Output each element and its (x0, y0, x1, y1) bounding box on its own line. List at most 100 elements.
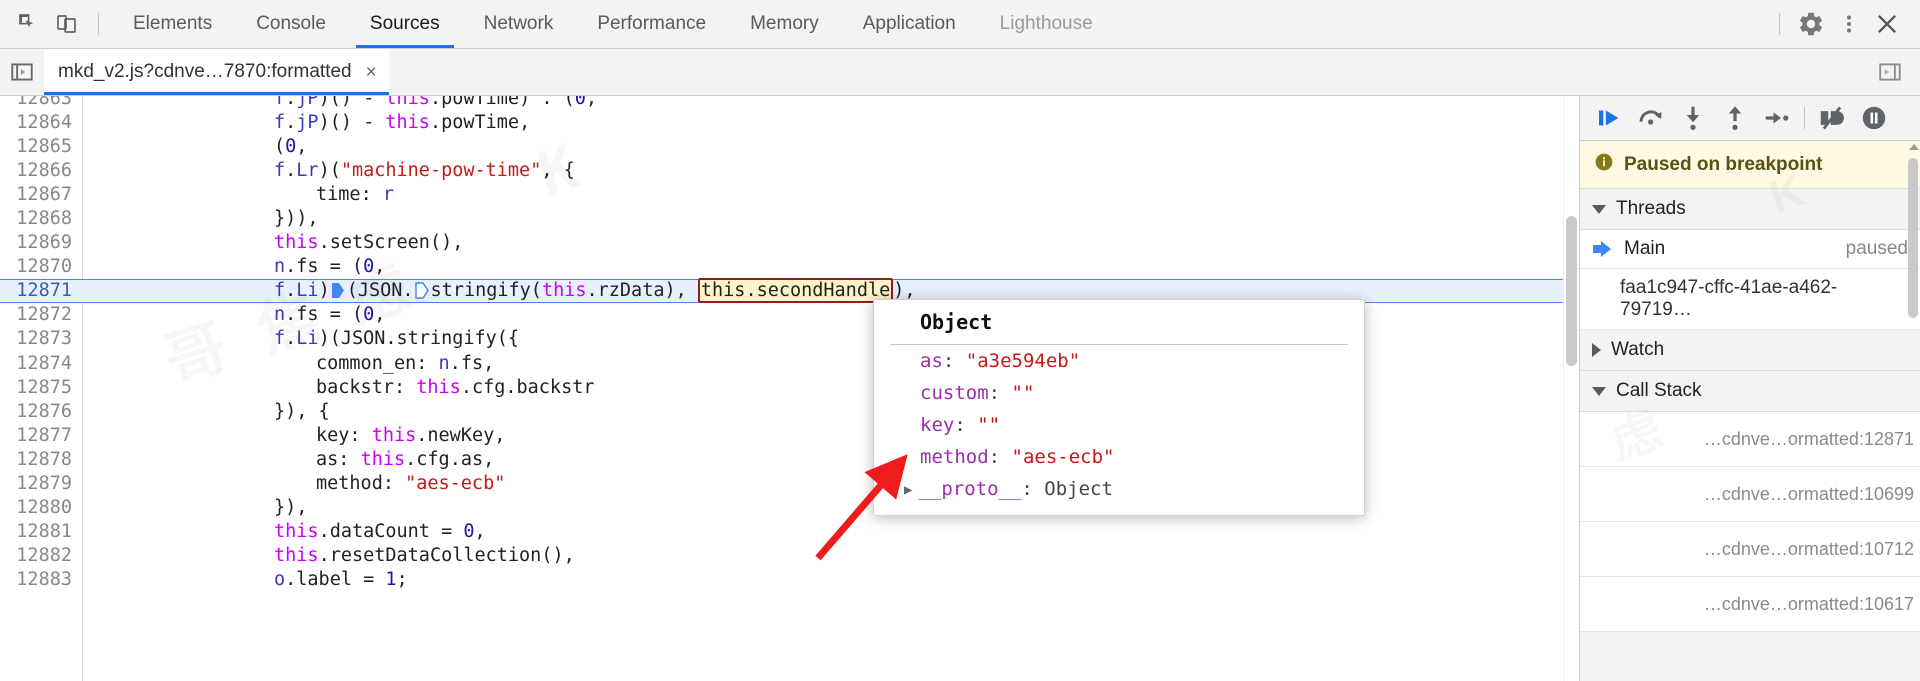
popup-property-proto[interactable]: ▶ __proto__: Object (874, 473, 1364, 505)
code-line[interactable]: 12881 this.dataCount = 0, (0, 520, 1579, 544)
debugger-vertical-scrollbar[interactable] (1906, 140, 1920, 681)
line-number: 12867 (16, 183, 72, 205)
line-number: 12883 (16, 569, 72, 591)
file-tab-label: mkd_v2.js?cdnve…7870:formatted (58, 61, 352, 82)
code-line[interactable]: 12883 o.label = 1; (0, 568, 1579, 592)
line-number: 12869 (16, 232, 72, 254)
popup-property-as[interactable]: as: "a3e594eb" (874, 345, 1364, 377)
step-into-icon[interactable] (1672, 98, 1714, 138)
thread-row-worker[interactable]: faa1c947-cffc-41ae-a462-79719… (1580, 269, 1920, 330)
debugger-scroll-thumb[interactable] (1908, 158, 1918, 318)
code-line[interactable]: 12869 this.setScreen(), (0, 231, 1579, 255)
devtools-window: Elements Console Sources Network Perform… (0, 0, 1920, 681)
line-number: 12879 (16, 473, 72, 495)
code-line[interactable]: 12867 time: r (0, 182, 1579, 206)
step-marker-icon (414, 281, 430, 300)
section-header-watch[interactable]: Watch (1580, 330, 1920, 371)
thread-status: paused (1845, 238, 1908, 259)
show-navigator-icon[interactable] (0, 59, 44, 85)
object-preview-popup[interactable]: Object as: "a3e594eb" custom: "" key: ""… (873, 299, 1365, 516)
code-line[interactable]: 12866 f.Lr)("machine-pow-time", { (0, 158, 1579, 182)
chevron-down-icon (1592, 386, 1606, 396)
tab-console[interactable]: Console (234, 0, 348, 48)
code-line[interactable]: 12882 this.resetDataCollection(), (0, 544, 1579, 568)
tab-performance[interactable]: Performance (575, 0, 728, 48)
line-number: 12866 (16, 159, 72, 181)
thread-label: Main (1624, 238, 1666, 259)
property-key: key (920, 414, 955, 436)
property-value: Object (1044, 478, 1113, 500)
line-content: backstr: this.cfg.backstr (316, 376, 595, 398)
code-line[interactable]: 12870 n.fs = (0, (0, 255, 1579, 279)
step-over-icon[interactable] (1630, 98, 1672, 138)
section-label: Call Stack (1616, 380, 1702, 401)
tab-label: Console (256, 13, 326, 34)
line-number: 12877 (16, 424, 72, 446)
line-content: f.jP)() - this.powTime) . (0, (274, 96, 598, 109)
line-content: o.label = 1; (274, 569, 408, 591)
chevron-down-icon (1592, 204, 1606, 214)
chevron-right-icon[interactable]: ▶ (904, 482, 912, 498)
section-header-call-stack[interactable]: Call Stack (1580, 371, 1920, 412)
step-out-icon[interactable] (1714, 98, 1756, 138)
code-line[interactable]: 12864 f.jP)() - this.powTime, (0, 110, 1579, 134)
tab-lighthouse[interactable]: Lighthouse (978, 0, 1115, 48)
paused-banner-text: Paused on breakpoint (1624, 153, 1823, 175)
popup-title: Object (920, 310, 993, 334)
code-line[interactable]: 12868})), (0, 206, 1579, 230)
resume-script-execution-icon[interactable] (1588, 98, 1630, 138)
tab-network[interactable]: Network (462, 0, 576, 48)
property-key: custom (920, 382, 989, 404)
line-number: 12873 (16, 328, 72, 350)
inspect-element-icon[interactable] (10, 4, 48, 44)
tab-elements[interactable]: Elements (111, 0, 234, 48)
pause-on-exceptions-icon[interactable] (1853, 98, 1895, 138)
editor-scroll-thumb[interactable] (1566, 216, 1577, 366)
kebab-menu-icon[interactable] (1830, 4, 1868, 44)
scroll-up-arrow-icon[interactable] (1909, 144, 1919, 150)
line-content: method: "aes-ecb" (316, 473, 506, 495)
tab-sources[interactable]: Sources (348, 0, 462, 48)
sources-main-area: 哥 焦 虑 K 12863f.jP)() - this.powTime) . (… (0, 96, 1920, 681)
tab-application[interactable]: Application (841, 0, 978, 48)
line-content: }), { (274, 400, 330, 422)
line-content: n.fs = (0, (274, 256, 386, 278)
call-stack-frame[interactable]: …cdnve…ormatted:10712 (1580, 522, 1920, 577)
editor-vertical-scrollbar[interactable] (1563, 96, 1579, 681)
thread-row-main[interactable]: Main paused (1580, 230, 1920, 269)
tab-label: Lighthouse (999, 13, 1093, 34)
line-content: f.Li)(JSON.stringify({ (274, 328, 520, 350)
line-content: (0, (274, 135, 308, 157)
call-stack-frame[interactable]: …cdnve…ormatted:12871 (1580, 412, 1920, 467)
file-tab-mkd-v2[interactable]: mkd_v2.js?cdnve…7870:formatted × (44, 49, 389, 95)
tab-memory[interactable]: Memory (728, 0, 841, 48)
line-content: this.resetDataCollection(), (274, 545, 575, 567)
deactivate-breakpoints-icon[interactable] (1811, 98, 1853, 138)
popup-property-custom[interactable]: custom: "" (874, 377, 1364, 409)
current-thread-icon (1592, 240, 1612, 258)
device-toolbar-icon[interactable] (48, 4, 86, 44)
file-tab-close-icon[interactable]: × (366, 63, 377, 82)
call-stack-frame[interactable]: …cdnve…ormatted:10699 (1580, 467, 1920, 522)
highlighted-expression[interactable]: this.secondHandle (697, 278, 894, 304)
tab-label: Application (862, 13, 956, 34)
call-stack-frame[interactable]: …cdnve…ormatted:10617 (1580, 577, 1920, 632)
toolbar-right-actions (1767, 4, 1920, 44)
call-stack-location: …cdnve…ormatted:10617 (1703, 593, 1914, 614)
toolbar-divider (98, 13, 99, 35)
code-line[interactable]: 12865 (0, (0, 134, 1579, 158)
sources-file-tabbar: mkd_v2.js?cdnve…7870:formatted × (0, 49, 1920, 96)
popup-property-key[interactable]: key: "" (874, 409, 1364, 441)
code-line[interactable]: 12863 f.jP)() - this.powTime) . (0, (0, 96, 1579, 110)
line-content: n.fs = (0, (274, 304, 386, 326)
gear-icon[interactable] (1792, 4, 1830, 44)
debugger-divider (1804, 107, 1805, 129)
popup-property-method[interactable]: method: "aes-ecb" (874, 441, 1364, 473)
line-content: f.jP)() - this.powTime, (274, 111, 531, 133)
step-icon[interactable] (1756, 98, 1798, 138)
section-header-threads[interactable]: Threads (1580, 189, 1920, 230)
close-icon[interactable] (1868, 4, 1906, 44)
tab-label: Elements (133, 13, 213, 34)
line-content: key: this.newKey, (316, 424, 506, 446)
show-debugger-icon[interactable] (1868, 59, 1912, 85)
